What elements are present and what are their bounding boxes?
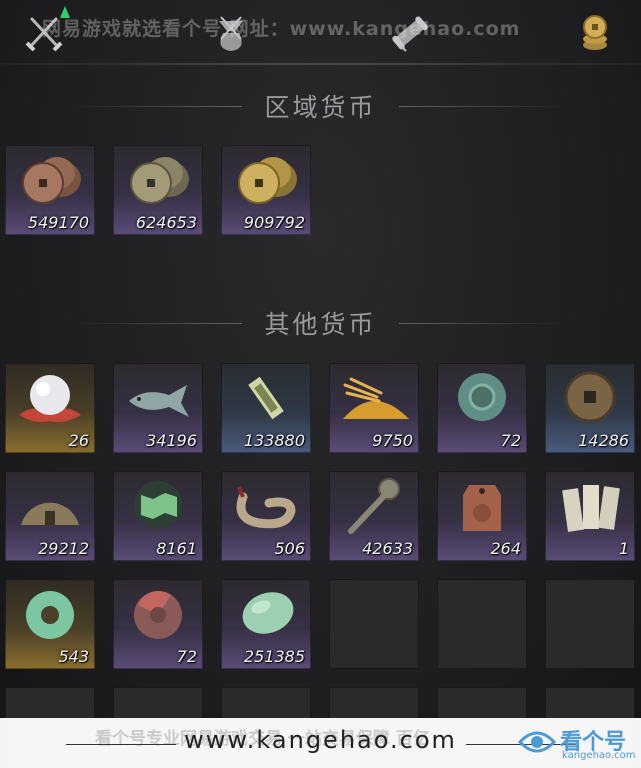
item-count: 251385 [243, 647, 305, 666]
red-jade-disc-icon [134, 591, 182, 639]
bronze-coin-icon [564, 371, 616, 423]
pearl-icon [19, 375, 81, 423]
currency-screen: 网易游戏就选看个号 网址：www.kangehao.com 区域货币 54917… [0, 0, 641, 768]
item-count: 29212 [38, 539, 89, 558]
tab-currency[interactable] [567, 6, 623, 60]
currency-item[interactable]: 1 [545, 471, 635, 561]
currency-item[interactable]: 133880 [221, 363, 311, 453]
item-count: 549170 [27, 213, 89, 232]
item-count: 8161 [156, 539, 197, 558]
item-count: 543 [58, 647, 89, 666]
currency-item[interactable]: 34196 [113, 363, 203, 453]
item-count: 34196 [146, 431, 197, 450]
watermark-text: 网易游戏就选看个号 网址：www.kangehao.com [42, 18, 521, 40]
brand-sub: kangehao.com [562, 750, 636, 761]
currency-item[interactable]: 909792 [221, 145, 311, 235]
top-tab-bar: 网易游戏就选看个号 网址：www.kangehao.com [0, 0, 641, 65]
item-count: 1 [618, 539, 629, 558]
silver-coins-icon [130, 157, 189, 204]
header-rule-right [398, 105, 569, 107]
currency-item[interactable]: 72 [113, 579, 203, 669]
tab-bag[interactable] [203, 6, 259, 60]
currency-item[interactable]: 8161 [113, 471, 203, 561]
gold-coins-icon [238, 157, 297, 204]
jade-disc-icon [458, 373, 506, 421]
item-count: 72 [176, 647, 197, 666]
copper-coins-icon [22, 157, 81, 204]
empty-slot [545, 579, 635, 669]
currency-item[interactable]: 251385 [221, 579, 311, 669]
item-count: 72 [500, 431, 521, 450]
item-count: 506 [274, 539, 305, 558]
token-plaque-icon [248, 376, 284, 420]
coiled-rope-icon [236, 486, 296, 529]
regional-currency-header: 区域货币 [0, 86, 641, 126]
coin-stack-icon [583, 15, 607, 50]
empty-slot [437, 579, 527, 669]
regional-currency-title: 区域货币 [264, 93, 377, 122]
pouch-icon [219, 16, 243, 51]
header-rule-left [72, 105, 243, 107]
green-map-icon [134, 481, 182, 529]
currency-item[interactable]: 549170 [5, 145, 95, 235]
tab-bar-divider [0, 63, 641, 65]
currency-item[interactable]: 543 [5, 579, 95, 669]
item-count: 9750 [372, 431, 413, 450]
half-coin-icon [21, 502, 79, 525]
currency-item[interactable]: 506 [221, 471, 311, 561]
currency-item[interactable]: 624653 [113, 145, 203, 235]
currency-item[interactable]: 14286 [545, 363, 635, 453]
notification-marker [60, 6, 70, 18]
coin-sword-icon [348, 478, 400, 534]
currency-item[interactable]: 72 [437, 363, 527, 453]
other-currency-header: 其他货币 [0, 303, 641, 343]
other-currency-title: 其他货币 [264, 310, 377, 339]
currency-item[interactable]: 264 [437, 471, 527, 561]
item-count: 14286 [578, 431, 629, 450]
header-rule-left [72, 322, 243, 324]
header-rule-right [398, 322, 569, 324]
watermark-banner: 看个号专业网易游戏交易 一站交易保障 百亿 www.kangehao.com 看… [0, 718, 641, 768]
brand-mark-icon [518, 731, 556, 753]
currency-item[interactable]: 42633 [329, 471, 419, 561]
empty-slot [329, 579, 419, 669]
jade-ring-icon [26, 591, 74, 639]
item-count: 264 [490, 539, 521, 558]
jade-fish-icon [129, 385, 189, 417]
item-count: 624653 [135, 213, 197, 232]
currency-item[interactable]: 26 [5, 363, 95, 453]
item-count: 42633 [362, 539, 413, 558]
jade-pebble-icon [242, 592, 294, 634]
currency-item[interactable]: 9750 [329, 363, 419, 453]
grain-pile-icon [343, 377, 409, 419]
item-count: 133880 [243, 431, 305, 450]
paper-slips-icon [562, 485, 620, 532]
scroll-icon [392, 16, 428, 52]
tab-quests[interactable] [382, 6, 438, 60]
item-count: 909792 [243, 213, 305, 232]
currency-item[interactable]: 29212 [5, 471, 95, 561]
copper-tag-icon [463, 485, 501, 531]
item-count: 26 [68, 431, 89, 450]
brand-logo: 看个号 kangehao.com [514, 720, 636, 764]
